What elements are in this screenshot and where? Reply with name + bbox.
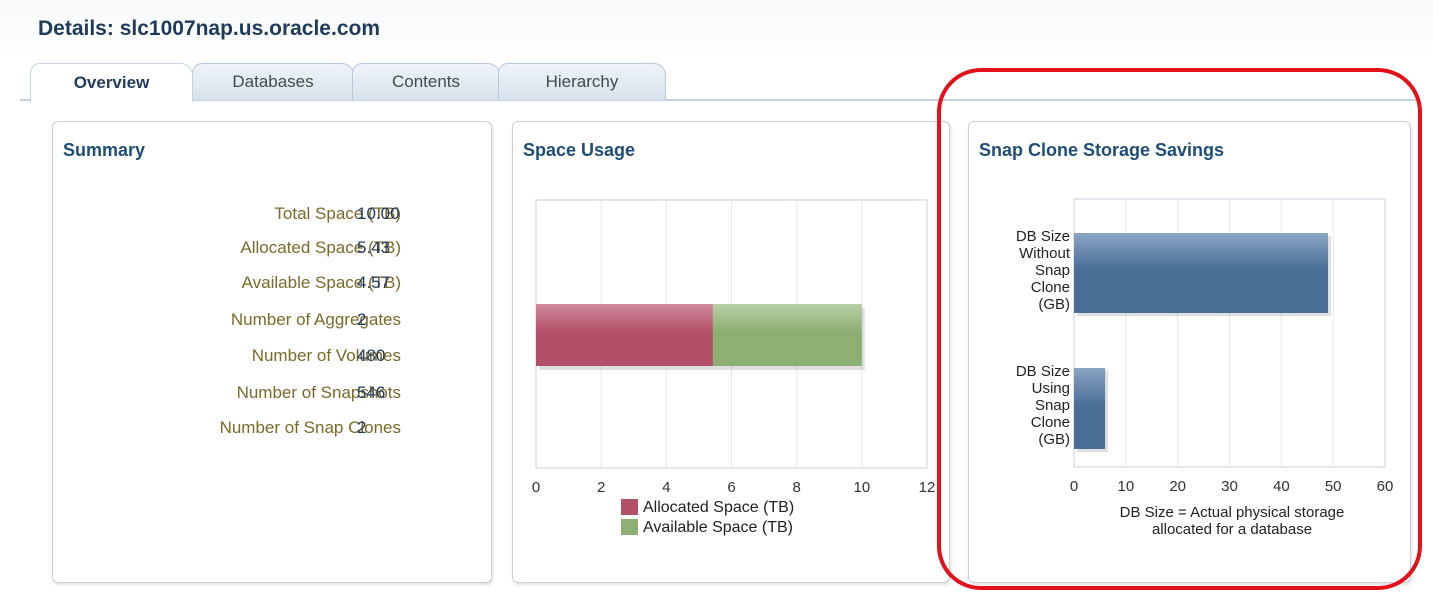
summary-value-allocated-space: 5.43 [357,238,391,257]
legend-label: Available Space (TB) [643,519,793,536]
category-label-line: (GB) [1038,431,1070,448]
category-label-line: DB Size [1016,228,1070,245]
category-label-line: Clone [1031,279,1070,296]
x-tick-label: 60 [1377,478,1394,495]
x-tick-label: 20 [1169,478,1186,495]
snap-clone-chart: 0 10 20 30 40 50 60DB SizeWithoutSnapClone(GB)… [1016,198,1394,538]
tab-overview[interactable]: Overview [30,63,193,102]
summary-value-available-space: 4.57 [357,273,391,292]
bar-available-space [712,304,862,366]
category-label-line: Snap [1035,262,1070,279]
legend-swatch [621,499,638,515]
x-tick-label: 8 [792,479,800,496]
summary-label-allocated-space: Allocated Space (TB) [240,238,401,257]
category-label-line: (GB) [1038,296,1070,313]
x-tick-label: 10 [853,479,870,496]
legend-label: Allocated Space (TB) [643,499,794,516]
bar-allocated-space [536,304,713,366]
x-tick-label: 30 [1221,478,1238,495]
summary-label-volumes: Number of Volumes [251,346,401,365]
chart-caption-line: allocated for a database [1152,521,1312,538]
tab-hierarchy[interactable]: Hierarchy [498,63,666,100]
chart-caption-line: DB Size = Actual physical storage [1120,504,1345,521]
category-label-line: Clone [1031,414,1070,431]
summary-value-snap-clones: 2 [357,418,367,437]
summary-title: Summary [63,140,146,160]
x-tick-label: 50 [1325,478,1342,495]
x-tick-label: 4 [662,479,670,496]
space-usage-chart: 0 2 4 6 8 10 12 Allocated Space (TB) Available S… [532,199,936,536]
snap-clone-panel: Snap Clone Storage Savings 0 10 20 30 40 50 60… [968,121,1411,583]
x-tick-label: 12 [919,479,936,496]
bar-db-size-without-snap-clone [1074,233,1328,313]
tab-databases[interactable]: Databases [192,63,354,100]
tab-contents[interactable]: Contents [352,63,500,100]
summary-value-snapshots: 546 [357,383,386,402]
legend-swatch [621,519,638,535]
summary-label-snapshots: Number of Snapshots [236,383,401,402]
category-label-line: Without [1019,245,1071,262]
x-tick-label: 10 [1117,478,1134,495]
x-tick-label: 6 [727,479,735,496]
space-usage-panel: Space Usage 0 2 4 6 8 10 12 Allocated Space (TB… [512,121,950,583]
category-label-line: Snap [1035,397,1070,414]
summary-label-total-space: Total Space (TB) [274,204,401,223]
x-tick-label: 2 [597,479,605,496]
bar-db-size-using-snap-clone [1074,368,1106,449]
summary-label-available-space: Available Space (TB) [241,273,401,292]
page-title: Details: slc1007nap.us.oracle.com [38,17,380,40]
x-tick-label: 0 [1070,478,1078,495]
x-tick-label: 0 [532,479,540,496]
category-label-line: Using [1032,380,1070,397]
summary-value-total-space: 10.00 [357,204,400,223]
summary-label-snap-clones: Number of Snap Clones [219,418,401,437]
summary-panel: Summary Total Space (TB) 10.00 Allocated… [52,121,492,583]
summary-value-volumes: 480 [357,346,386,365]
summary-value-aggregates: 2 [357,310,367,329]
summary-label-aggregates: Number of Aggregates [230,310,401,329]
category-label-line: DB Size [1016,363,1070,380]
x-tick-label: 40 [1273,478,1290,495]
